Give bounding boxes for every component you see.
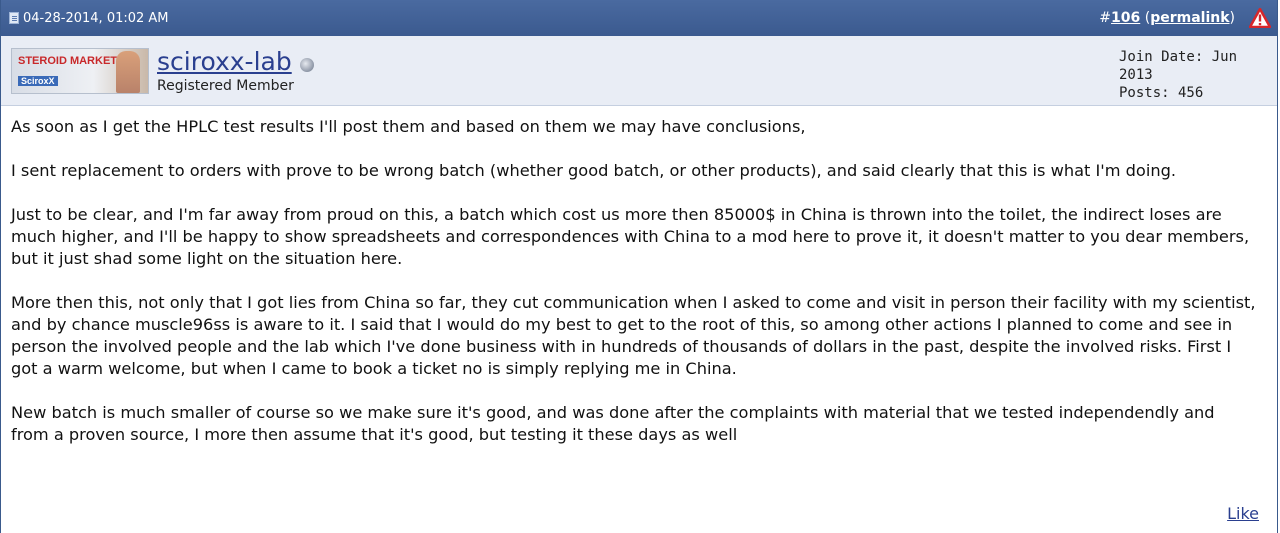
post-paragraph: I sent replacement to orders with prove … [11,161,1177,180]
user-title: Registered Member [157,78,294,94]
document-icon [9,12,19,24]
avatar-text-top: STEROID MARKET [18,55,117,67]
like-link[interactable]: Like [1227,504,1259,523]
post-date-area: 04-28-2014, 01:02 AM [9,11,169,26]
post-paragraph: New batch is much smaller of course so w… [11,403,1215,444]
warning-triangle-icon[interactable] [1249,8,1271,28]
avatar-figure [116,51,140,93]
post-number-link[interactable]: 106 [1111,10,1140,26]
paren-open: ( [1140,10,1151,26]
post-paragraph: Just to be clear, and I'm far away from … [11,205,1250,268]
post-header: 04-28-2014, 01:02 AM # 106 ( permalink ) [1,0,1277,36]
post-number-prefix: # [1099,10,1112,26]
user-details: sciroxx-lab Registered Member [157,48,314,94]
forum-post: 04-28-2014, 01:02 AM # 106 ( permalink )… [0,0,1278,533]
user-identity: STEROID MARKET SciroxX sciroxx-lab Regis… [11,36,314,105]
join-date: Join Date: Jun 2013 [1119,49,1238,83]
username-link[interactable]: sciroxx-lab [157,48,292,76]
post-paragraph: As soon as I get the HPLC test results I… [11,117,806,136]
post-body: As soon as I get the HPLC test results I… [1,106,1277,446]
post-number-area: # 106 ( permalink ) [1099,8,1271,28]
permalink-link[interactable]: permalink [1150,10,1229,26]
post-paragraph: More then this, not only that I got lies… [11,293,1256,378]
paren-close: ) [1229,10,1235,26]
username-row: sciroxx-lab [157,48,314,76]
avatar[interactable]: STEROID MARKET SciroxX [11,48,149,94]
user-stats: Join Date: Jun 2013 Posts: 456 [1119,36,1277,105]
post-date: 04-28-2014, 01:02 AM [23,10,169,26]
post-count: Posts: 456 [1119,85,1204,101]
avatar-text-bottom: SciroxX [18,76,58,86]
user-info-bar: STEROID MARKET SciroxX sciroxx-lab Regis… [1,36,1277,106]
offline-status-icon [299,58,314,72]
